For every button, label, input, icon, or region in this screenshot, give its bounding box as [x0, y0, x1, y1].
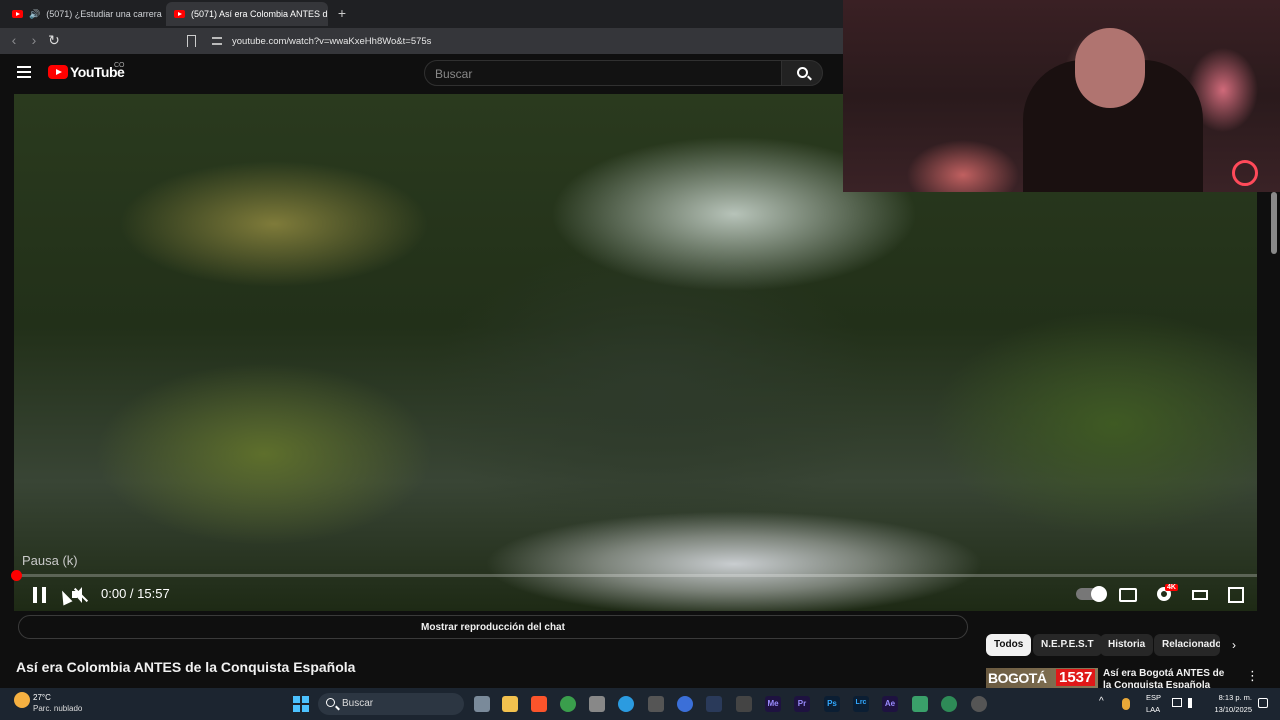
- tab-label: (5071) Así era Colombia ANTES de: [191, 9, 328, 19]
- after-effects-icon[interactable]: Ae: [882, 696, 898, 712]
- file-explorer-icon[interactable]: [502, 696, 518, 712]
- video-title: Así era Colombia ANTES de la Conquista E…: [16, 659, 356, 675]
- chip-todos[interactable]: Todos: [986, 634, 1032, 656]
- network-icon[interactable]: [1172, 698, 1182, 707]
- store-icon[interactable]: [589, 696, 605, 712]
- taskbar-search[interactable]: Buscar: [318, 693, 464, 715]
- search-button[interactable]: [781, 60, 823, 86]
- fullscreen-button[interactable]: [1228, 587, 1244, 603]
- youtube-logo-icon[interactable]: [48, 65, 68, 79]
- search-icon: [326, 698, 335, 707]
- pause-button[interactable]: [33, 587, 47, 603]
- language-indicator[interactable]: ESP: [1146, 693, 1161, 702]
- youtube-favicon-icon: [174, 10, 185, 18]
- autoplay-toggle[interactable]: [1076, 586, 1107, 602]
- back-icon[interactable]: ‹: [5, 32, 23, 48]
- edge-icon[interactable]: [618, 696, 634, 712]
- audio-icon: 🔊: [29, 8, 41, 19]
- photoshop-icon[interactable]: Ps: [824, 696, 840, 712]
- thumbnail-text: BOGOTÁ: [988, 670, 1047, 686]
- chip-nepest[interactable]: N.E.P.E.S.T: [1033, 634, 1102, 656]
- more-options-icon[interactable]: ⋮: [1246, 668, 1259, 684]
- weather-temperature: 27°C: [33, 693, 51, 702]
- premiere-icon[interactable]: Pr: [794, 696, 810, 712]
- app-icon[interactable]: [912, 696, 928, 712]
- brave-browser-icon[interactable]: [531, 696, 547, 712]
- windows-start-icon[interactable]: [293, 696, 309, 712]
- tab-label: (5071) ¿Estudiar una carrera para: [46, 9, 164, 19]
- media-encoder-icon[interactable]: Me: [765, 696, 781, 712]
- quality-badge: 4K: [1165, 584, 1178, 591]
- new-tab-button[interactable]: +: [334, 5, 350, 21]
- streamer-head: [1075, 28, 1145, 108]
- site-info-icon[interactable]: [212, 37, 222, 45]
- neon-logo-icon: [1232, 160, 1258, 186]
- page-scrollbar[interactable]: [1271, 192, 1277, 254]
- app-icon[interactable]: [706, 696, 722, 712]
- chip-historia[interactable]: Historia: [1100, 634, 1154, 656]
- time-display: 0:00 / 15:57: [101, 586, 170, 601]
- progress-bar[interactable]: [16, 574, 1257, 577]
- chip-relacionados[interactable]: Relacionados: [1154, 634, 1220, 656]
- scrubber-handle[interactable]: [11, 570, 22, 581]
- show-chat-replay-button[interactable]: Mostrar reproducción del chat: [18, 615, 968, 639]
- app-icon[interactable]: [941, 696, 957, 712]
- tray-chevron-icon[interactable]: ^: [1099, 696, 1104, 707]
- app-icon[interactable]: [648, 696, 664, 712]
- bookmark-icon[interactable]: [187, 35, 196, 47]
- keyboard-layout[interactable]: LAA: [1146, 705, 1160, 714]
- subtitles-button[interactable]: [1119, 588, 1137, 602]
- clock-time[interactable]: 8:13 p. m.: [1210, 693, 1252, 702]
- region-code: CO: [114, 62, 125, 69]
- chrome-icon[interactable]: [560, 696, 576, 712]
- url-field[interactable]: youtube.com/watch?v=wwaKxeHh8Wo&t=575s: [204, 31, 844, 51]
- task-view-icon[interactable]: [474, 696, 490, 712]
- windows-taskbar: [0, 688, 1280, 720]
- hamburger-menu-icon[interactable]: [17, 66, 31, 78]
- forward-icon[interactable]: ›: [25, 32, 43, 48]
- reload-icon[interactable]: ↻: [45, 32, 63, 49]
- clock-date[interactable]: 13/10/2025: [1200, 705, 1252, 714]
- youtube-favicon-icon: [12, 10, 23, 18]
- volume-icon[interactable]: [1188, 698, 1198, 708]
- notifications-icon[interactable]: [1258, 698, 1268, 708]
- tab-colombia[interactable]: (5071) Así era Colombia ANTES de ×: [166, 2, 328, 26]
- theater-mode-button[interactable]: [1192, 590, 1208, 600]
- settings-icon[interactable]: [736, 696, 752, 712]
- chips-next-icon[interactable]: ›: [1232, 638, 1236, 652]
- taskbar-search-label: Buscar: [342, 698, 374, 709]
- app-icon[interactable]: [677, 696, 693, 712]
- weather-description: Parc. nublado: [33, 704, 83, 713]
- microphone-icon[interactable]: [1122, 698, 1130, 710]
- pause-tooltip: Pausa (k): [22, 553, 78, 568]
- lightroom-icon[interactable]: Lrc: [853, 696, 869, 712]
- url-text: youtube.com/watch?v=wwaKxeHh8Wo&t=575s: [232, 35, 432, 47]
- search-icon: [797, 67, 808, 78]
- tab-estudiar[interactable]: 🔊 (5071) ¿Estudiar una carrera para: [4, 2, 164, 26]
- app-icon[interactable]: [971, 696, 987, 712]
- mute-button[interactable]: [70, 586, 90, 604]
- search-input[interactable]: Buscar: [424, 60, 782, 86]
- weather-icon[interactable]: [14, 692, 30, 708]
- thumbnail-number: 1537: [1056, 669, 1096, 686]
- webcam-overlay: [843, 0, 1280, 192]
